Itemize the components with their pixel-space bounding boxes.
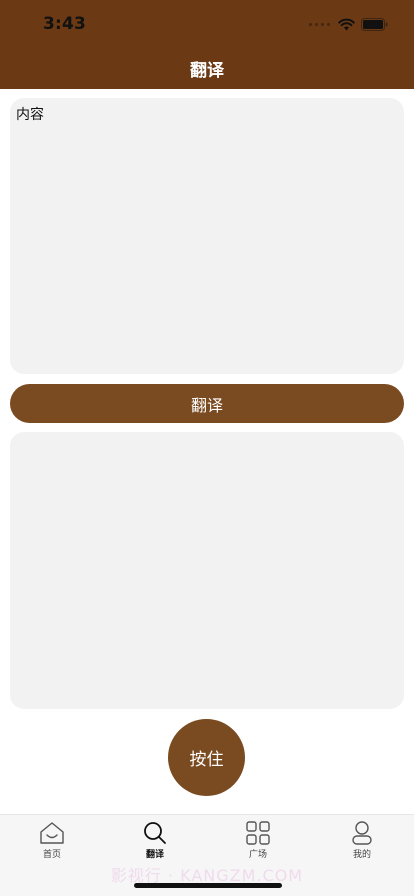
search-icon <box>144 822 166 844</box>
home-indicator <box>134 883 282 888</box>
page-title: 翻译 <box>190 61 224 81</box>
tab-translate-label: 翻译 <box>145 850 164 860</box>
translate-button[interactable]: 翻译 <box>10 384 404 423</box>
battery-icon <box>361 17 388 31</box>
header: 3:43 翻译 <box>0 0 414 89</box>
status-indicators <box>309 16 388 32</box>
tab-home[interactable]: 首页 <box>12 821 92 860</box>
profile-icon <box>352 821 372 845</box>
source-text-area[interactable]: 内容 <box>10 98 404 374</box>
wifi-icon <box>338 18 355 30</box>
result-text-area[interactable] <box>10 432 404 709</box>
tab-plaza[interactable]: 广场 <box>218 821 298 860</box>
grid-icon <box>246 821 270 845</box>
signal-icon <box>309 22 330 26</box>
hold-to-speak-button[interactable]: 按住 <box>168 719 245 796</box>
tab-translate[interactable]: 翻译 <box>115 821 195 860</box>
tab-home-label: 首页 <box>42 850 61 860</box>
home-icon <box>40 822 64 844</box>
tab-plaza-label: 广场 <box>248 850 267 860</box>
tab-mine-label: 我的 <box>352 850 371 860</box>
translate-screen: 3:43 翻译 内容 翻译 按住 首页 翻译 广场 我的 影视行 · KANGZ… <box>0 0 414 896</box>
tab-mine[interactable]: 我的 <box>322 821 402 860</box>
status-time: 3:43 <box>43 14 87 34</box>
source-text[interactable]: 内容 <box>16 104 398 124</box>
